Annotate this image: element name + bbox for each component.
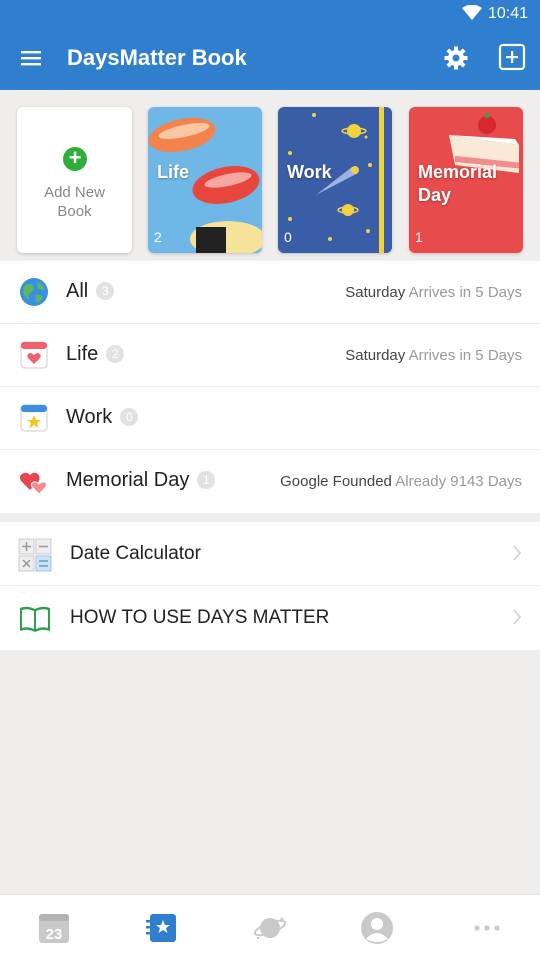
add-new-book-label-line1: Add New [44, 184, 105, 201]
book-count: 0 [284, 229, 292, 245]
book-name: Work [287, 162, 332, 182]
event-status: Arrives in 5 [408, 347, 484, 364]
chevron-right-icon [513, 609, 522, 625]
menu-icon[interactable] [20, 48, 42, 68]
heart-calendar-icon [20, 341, 48, 369]
next-event-info: Saturday Arrives in 5 Days [345, 347, 522, 364]
page-title: DaysMatter Book [67, 45, 247, 70]
tab-more-icon[interactable] [470, 911, 504, 945]
category-name: All [66, 280, 89, 302]
add-event-icon[interactable] [498, 43, 526, 71]
globe-icon [20, 278, 48, 306]
gear-icon[interactable] [442, 44, 470, 72]
book-icon [20, 606, 50, 632]
book-carousel: + Add New Book Life 2 Work 0 Memorial Da… [0, 90, 540, 261]
event-unit: Days [487, 347, 522, 364]
next-event-info: Google Founded Already 9143 Days [280, 473, 522, 490]
book-name-line2: Day [418, 185, 452, 205]
book-count: 2 [154, 229, 162, 245]
count-badge: 2 [106, 345, 125, 363]
category-label: Life 2 [66, 343, 125, 366]
tools-list: Date Calculator HOW TO USE DAYS MATTER [0, 522, 540, 650]
status-time: 10:41 [487, 5, 528, 22]
category-name: Life [66, 343, 99, 365]
category-label: Memorial Day 1 [66, 469, 216, 492]
next-event-info: Saturday Arrives in 5 Days [345, 284, 522, 301]
status-bar: 10:41 [0, 0, 540, 28]
category-list: All 3 Saturday Arrives in 5 Days Life 2 Sa… [0, 261, 540, 513]
chevron-right-icon [513, 545, 522, 561]
category-label: Work 0 [66, 406, 139, 429]
list-item-work[interactable]: Work 0 [0, 387, 540, 450]
event-status: Arrives in 5 [408, 284, 484, 301]
count-badge: 0 [120, 408, 139, 426]
calculator-icon [18, 538, 52, 572]
event-status: Already 9143 [395, 473, 484, 490]
book-name: Life [157, 162, 190, 182]
add-new-book-label: Add New Book [17, 183, 132, 221]
bottom-tab-bar: 23 [0, 894, 540, 960]
tab-books-icon[interactable] [145, 911, 179, 945]
book-name: Memorial Day [418, 161, 497, 207]
plus-icon: + [63, 147, 87, 171]
tab-calendar-icon[interactable]: 23 [37, 911, 71, 945]
list-item-all[interactable]: All 3 Saturday Arrives in 5 Days [0, 261, 540, 324]
event-unit: Days [487, 284, 522, 301]
list-item-life[interactable]: Life 2 Saturday Arrives in 5 Days [0, 324, 540, 387]
add-new-book-label-line2: Book [57, 203, 92, 220]
count-badge: 1 [197, 471, 216, 489]
category-label: All 3 [66, 280, 115, 303]
two-hearts-icon [20, 472, 48, 495]
app-bar: DaysMatter Book [0, 28, 540, 90]
add-new-book-card[interactable]: + Add New Book [17, 107, 132, 253]
calendar-day-number: 23 [46, 926, 63, 943]
book-count: 1 [415, 229, 423, 245]
book-card-life[interactable]: Life 2 [148, 107, 262, 253]
event-name: Google Founded [280, 473, 392, 490]
tool-label: HOW TO USE DAYS MATTER [70, 607, 330, 628]
book-name-line1: Memorial [418, 162, 498, 182]
list-item-how-to-use[interactable]: HOW TO USE DAYS MATTER [0, 586, 540, 650]
wifi-icon [462, 5, 482, 20]
count-badge: 3 [96, 282, 115, 300]
tab-planet-icon[interactable] [253, 911, 287, 945]
book-card-memorial-day[interactable]: Memorial Day 1 [409, 107, 523, 253]
list-item-memorial-day[interactable]: Memorial Day 1 Google Founded Already 914… [0, 450, 540, 513]
category-name: Work [66, 406, 113, 428]
event-name: Saturday [345, 284, 406, 301]
star-calendar-icon [20, 404, 48, 432]
list-item-date-calculator[interactable]: Date Calculator [0, 522, 540, 586]
event-name: Saturday [345, 347, 406, 364]
category-name: Memorial Day [66, 469, 190, 491]
book-card-work[interactable]: Work 0 [278, 107, 392, 253]
tool-label: Date Calculator [70, 543, 201, 564]
event-unit: Days [487, 473, 522, 490]
tab-profile-icon[interactable] [360, 911, 394, 945]
